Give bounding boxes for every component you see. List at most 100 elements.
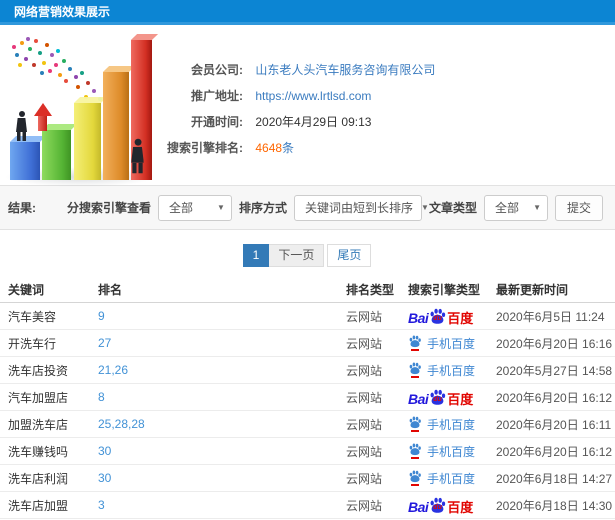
mobile-baidu-paw-icon [408,470,422,486]
sort-select-value: 关键词由短到长排序 [304,201,413,215]
rank-cell[interactable]: 30 [98,444,346,458]
businessman-figure-right [131,138,144,174]
engine-select[interactable]: 全部 ▼ [157,194,232,221]
engine-filter-label: 分搜索引擎查看 [66,201,151,215]
bar-yellow [74,103,101,180]
rank-cell[interactable]: 9 [98,309,346,323]
header-update-time: 最新更新时间 [496,283,569,297]
keyword-cell: 汽车加盟店 [8,390,69,405]
engine-cell: 手机百度 [408,443,496,460]
article-type-select-value: 全部 [494,201,519,215]
keyword-cell: 洗车店投资 [8,363,69,378]
businessman-figure-left [16,111,27,141]
table-row: 汽车美容 9 云网站 Bai du 百度 2020年6月5日 11:24 [0,303,615,330]
rank-cell[interactable]: 8 [98,390,346,404]
rank-cell[interactable]: 27 [98,336,346,350]
rank-count-value: 4648 [255,141,283,155]
mobile-baidu-logo: 手机百度 [408,362,475,379]
info-row-url: 推广地址: https://www.lrtlsd.com [150,83,371,109]
bar-orange [103,72,129,180]
engine-cell: 手机百度 [408,416,496,433]
mobile-baidu-paw-icon [408,443,422,459]
chevron-down-icon: ▼ [420,203,429,212]
rank-type-cell: 云网站 [346,336,383,351]
engine-cell: Bai du 百度 [408,308,496,325]
rank-cell[interactable]: 21,26 [98,363,346,377]
baidu-paw-icon: du [429,389,446,406]
keyword-cell: 洗车赚钱吗 [8,444,69,459]
rank-cell[interactable]: 3 [98,498,346,512]
header-rank-type: 排名类型 [346,283,395,297]
page-header: 网络营销效果展示 [0,0,615,25]
keyword-cell: 开洗车行 [8,336,57,351]
page-button-next[interactable]: 下一页 [268,244,325,267]
promo-url-label: 推广地址: [191,89,243,103]
chevron-down-icon: ▼ [533,203,541,212]
table-row: 开洗车行 27 云网站 手机百度 2020年6月20日 16:16 [0,330,615,357]
header-engine-type: 搜索引擎类型 [408,283,481,297]
mobile-baidu-paw-icon [408,335,422,351]
time-cell: 2020年6月20日 16:12 [496,444,613,459]
header-rank: 排名 [98,283,123,297]
submit-button[interactable]: 提交 [554,194,603,221]
time-cell: 2020年5月27日 14:58 [496,363,613,378]
red-up-arrow-icon [34,103,52,131]
page-title: 网络营销效果展示 [14,5,111,19]
company-info-section: 会员公司: 山东老人头汽车服务咨询有限公司 推广地址: https://www.… [0,25,615,187]
mobile-baidu-logo: 手机百度 [408,416,475,433]
app-window: 网络营销效果展示 会员公司: 山东老人头汽车服务咨询有限公司 推广地址: htt… [0,0,615,520]
chevron-down-icon: ▼ [217,203,225,212]
rank-count-unit: 条 [282,141,295,155]
baidu-paw-icon: du [429,497,446,514]
rank-cell[interactable]: 30 [98,471,346,485]
rank-type-cell: 云网站 [346,363,383,378]
mobile-baidu-logo: 手机百度 [408,470,475,487]
table-body: 汽车美容 9 云网站 Bai du 百度 2020年6月5日 11:24 开洗车… [0,303,615,519]
table-row: 洗车店利润 30 云网站 手机百度 2020年6月18日 14:27 [0,465,615,492]
company-link[interactable]: 山东老人头汽车服务咨询有限公司 [255,63,435,77]
rank-type-cell: 云网站 [346,471,383,486]
result-label: 结果: [8,201,36,215]
mobile-baidu-logo: 手机百度 [408,443,475,460]
engine-cell: Bai du 百度 [408,389,496,406]
pagination: 1 下一页 尾页 [0,244,615,267]
table-row: 汽车加盟店 8 云网站 Bai du 百度 2020年6月20日 16:12 [0,384,615,411]
marketing-growth-illustration [4,33,156,187]
table-row: 加盟洗车店 25,28,28 云网站 手机百度 2020年6月20日 16:11 [0,411,615,438]
rank-cell[interactable]: 25,28,28 [98,417,346,431]
info-row-company: 会员公司: 山东老人头汽车服务咨询有限公司 [150,57,435,83]
rank-count-label: 搜索引擎排名: [167,141,243,155]
mobile-baidu-paw-icon [408,362,422,378]
time-cell: 2020年6月20日 16:16 [496,336,613,351]
bar-green [42,130,71,180]
header-keyword: 关键词 [8,283,45,297]
engine-cell: 手机百度 [408,335,496,352]
keyword-cell: 汽车美容 [8,309,57,324]
company-label: 会员公司: [191,63,243,77]
time-cell: 2020年6月18日 14:27 [496,471,613,486]
page-button-last[interactable]: 尾页 [327,244,372,267]
rank-type-cell: 云网站 [346,309,383,324]
promo-url-link[interactable]: https://www.lrtlsd.com [255,89,371,103]
baidu-logo: Bai du 百度 [408,389,474,407]
engine-cell: Bai du 百度 [408,497,496,514]
baidu-paw-icon: du [429,308,446,325]
open-time-value: 2020年4月29日 09:13 [255,115,372,129]
engine-cell: 手机百度 [408,470,496,487]
sort-select[interactable]: 关键词由短到长排序 ▼ [293,194,429,221]
engine-cell: 手机百度 [408,362,496,379]
article-type-select[interactable]: 全部 ▼ [483,194,548,221]
filter-bar: 结果: 分搜索引擎查看 全部 ▼ 排序方式 关键词由短到长排序 ▼ 文章类型 全… [0,186,615,230]
keyword-cell: 加盟洗车店 [8,417,69,432]
keyword-cell: 洗车店加盟 [8,498,69,513]
time-cell: 2020年6月18日 14:30 [496,498,613,513]
engine-select-value: 全部 [168,201,193,215]
baidu-logo: Bai du 百度 [408,308,474,326]
mobile-baidu-logo: 手机百度 [408,335,475,352]
rank-type-cell: 云网站 [346,390,383,405]
time-cell: 2020年6月5日 11:24 [496,309,605,324]
table-row: 洗车店投资 21,26 云网站 手机百度 2020年5月27日 14:58 [0,357,615,384]
page-button-current[interactable]: 1 [242,244,270,267]
rank-type-cell: 云网站 [346,417,383,432]
time-cell: 2020年6月20日 16:11 [496,417,612,432]
